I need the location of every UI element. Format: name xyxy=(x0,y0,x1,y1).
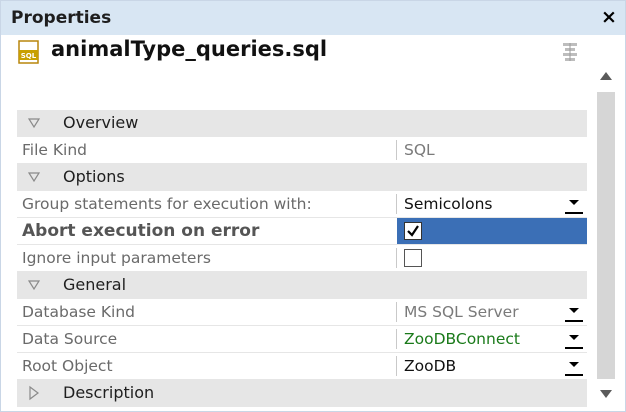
chevron-down-icon xyxy=(569,362,579,367)
property-value: SQL xyxy=(404,141,435,159)
property-value[interactable]: MS SQL Server xyxy=(404,303,519,321)
scroll-up-icon[interactable] xyxy=(597,69,615,83)
property-label: Database Kind xyxy=(22,303,136,321)
property-row-ignore-input[interactable]: Ignore input parameters xyxy=(17,245,587,272)
chevron-down-icon xyxy=(569,200,579,205)
dropdown-button[interactable] xyxy=(565,305,583,322)
section-overview[interactable]: Overview xyxy=(17,110,587,137)
file-name: animalType_queries.sql xyxy=(51,37,328,61)
scroll-down-icon[interactable] xyxy=(597,387,615,401)
collapse-triangle-icon[interactable] xyxy=(27,115,41,131)
section-title: Options xyxy=(63,167,125,186)
categorize-icon[interactable] xyxy=(559,41,581,63)
column-divider xyxy=(396,302,397,322)
property-label: Abort execution on error xyxy=(22,221,260,241)
section-title: Overview xyxy=(63,113,139,132)
checkbox-abort-on-error[interactable] xyxy=(404,222,422,240)
checkbox-ignore-input[interactable] xyxy=(404,249,422,267)
check-icon xyxy=(407,225,419,237)
property-row-abort-on-error[interactable]: Abort execution on error xyxy=(17,218,587,245)
property-row-file-kind[interactable]: File Kind SQL xyxy=(17,137,587,164)
property-label: Group statements for execution with: xyxy=(22,195,312,213)
property-value[interactable]: ZooDB xyxy=(404,357,456,375)
dropdown-button[interactable] xyxy=(565,197,583,214)
chevron-down-icon xyxy=(569,308,579,313)
vertical-scrollbar[interactable] xyxy=(593,65,619,409)
column-divider xyxy=(396,248,397,268)
column-divider xyxy=(396,140,397,160)
property-row-data-source[interactable]: Data Source ZooDBConnect xyxy=(17,326,587,353)
section-options[interactable]: Options xyxy=(17,164,587,191)
property-row-group-statements[interactable]: Group statements for execution with: Sem… xyxy=(17,191,587,218)
properties-panel: Properties × SQL animalType_queries.sql … xyxy=(0,0,626,412)
file-header: SQL animalType_queries.sql xyxy=(17,35,587,65)
scroll-thumb[interactable] xyxy=(597,92,615,379)
sql-file-icon: SQL xyxy=(18,40,39,64)
property-label: Data Source xyxy=(22,330,118,348)
section-title: General xyxy=(63,275,127,294)
property-value[interactable]: ZooDBConnect xyxy=(404,330,520,348)
property-value[interactable]: Semicolons xyxy=(404,195,492,213)
column-divider xyxy=(396,356,397,376)
section-title: Description xyxy=(63,383,155,402)
close-icon[interactable]: × xyxy=(599,6,619,28)
column-divider xyxy=(396,329,397,349)
section-general[interactable]: General xyxy=(17,272,587,299)
property-row-database-kind[interactable]: Database Kind MS SQL Server xyxy=(17,299,587,326)
dropdown-button[interactable] xyxy=(565,332,583,349)
expand-triangle-icon[interactable] xyxy=(27,385,41,401)
sql-icon-text: SQL xyxy=(21,52,37,60)
property-label: File Kind xyxy=(22,141,87,159)
panel-title: Properties xyxy=(11,8,112,28)
section-description[interactable]: Description xyxy=(17,380,587,407)
collapse-triangle-icon[interactable] xyxy=(27,277,41,293)
panel-titlebar: Properties × xyxy=(1,1,625,35)
collapse-triangle-icon[interactable] xyxy=(27,169,41,185)
dropdown-button[interactable] xyxy=(565,359,583,376)
property-label: Root Object xyxy=(22,357,113,375)
chevron-down-icon xyxy=(569,335,579,340)
selected-value-area xyxy=(397,218,587,244)
property-row-root-object[interactable]: Root Object ZooDB xyxy=(17,353,587,380)
property-label: Ignore input parameters xyxy=(22,249,211,267)
column-divider xyxy=(396,194,397,214)
